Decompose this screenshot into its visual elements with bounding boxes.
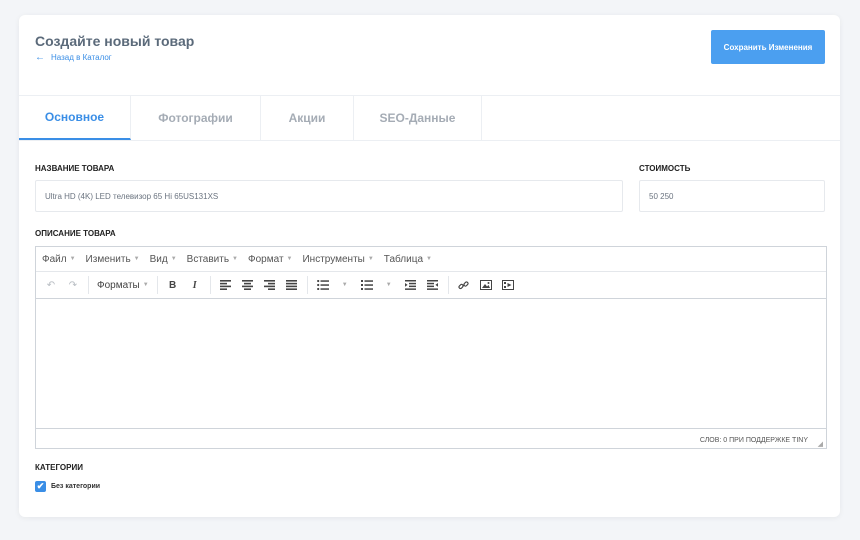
chevron-down-icon: ▼	[133, 256, 140, 262]
menu-view[interactable]: Вид ▼	[150, 254, 177, 265]
separator	[209, 276, 211, 294]
categories-label: КАТЕГОРИИ	[35, 463, 83, 472]
bold-icon[interactable]: B	[164, 276, 182, 294]
menu-tools[interactable]: Инструменты ▼	[302, 254, 373, 265]
align-center-icon[interactable]	[239, 276, 257, 294]
chevron-down-icon: ▼	[286, 256, 293, 262]
product-card: Создайте новый товар ← Назад в Каталог С…	[19, 15, 840, 517]
product-name-label: НАЗВАНИЕ ТОВАРА	[35, 164, 115, 173]
resize-handle-icon[interactable]: ◢	[818, 440, 823, 448]
align-left-icon[interactable]	[217, 276, 235, 294]
description-label: ОПИСАНИЕ ТОВАРА	[35, 229, 116, 238]
undo-icon[interactable]: ↶	[42, 276, 60, 294]
checkbox-checked-icon[interactable]: ✔	[35, 481, 46, 492]
tab-promotions[interactable]: Акции	[261, 96, 354, 140]
chevron-down-icon: ▼	[232, 256, 238, 262]
editor-toolbar: ↶ ↷ Форматы ▼ B I ▼ ▼	[36, 272, 826, 299]
back-to-catalog-link[interactable]: ← Назад в Каталог	[35, 51, 112, 63]
page-title: Создайте новый товар	[35, 33, 195, 49]
chevron-down-icon[interactable]: ▼	[336, 276, 354, 294]
menu-table[interactable]: Таблица ▼	[384, 254, 432, 265]
menu-format[interactable]: Формат ▼	[248, 254, 292, 265]
italic-icon[interactable]: I	[186, 276, 204, 294]
image-icon[interactable]	[477, 276, 495, 294]
chevron-down-icon: ▼	[69, 256, 76, 262]
separator	[88, 276, 89, 294]
editor-content-area[interactable]	[36, 299, 826, 429]
price-label: СТОИМОСТЬ	[639, 164, 691, 173]
save-changes-button[interactable]: Сохранить Изменения	[711, 30, 825, 64]
align-justify-icon[interactable]	[283, 276, 301, 294]
word-count-status: СЛОВ: 0 ПРИ ПОДДЕРЖКЕ TINY	[699, 436, 808, 444]
chevron-down-icon: ▼	[142, 282, 149, 288]
menu-file[interactable]: Файл ▼	[42, 254, 76, 265]
bullet-list-icon[interactable]	[314, 276, 332, 294]
editor-statusbar: СЛОВ: 0 ПРИ ПОДДЕРЖКЕ TINY ◢	[36, 429, 826, 451]
back-link-label: Назад в Каталог	[51, 53, 112, 62]
separator	[447, 276, 449, 294]
product-name-input[interactable]	[35, 180, 623, 212]
indent-icon[interactable]	[424, 276, 442, 294]
category-option-label: Без категории	[51, 483, 101, 490]
media-icon[interactable]	[499, 276, 517, 294]
tab-bar: Основное Фотографии Акции SEO-Данные	[19, 96, 482, 140]
chevron-down-icon: ▼	[426, 256, 432, 262]
redo-icon[interactable]: ↷	[64, 276, 82, 294]
align-right-icon[interactable]	[261, 276, 279, 294]
chevron-down-icon[interactable]: ▼	[380, 276, 398, 294]
price-input[interactable]	[639, 180, 825, 212]
chevron-down-icon: ▼	[170, 256, 177, 262]
chevron-down-icon: ▼	[367, 256, 374, 262]
menu-edit[interactable]: Изменить ▼	[86, 254, 140, 265]
category-no-category[interactable]: ✔ Без категории	[35, 481, 100, 492]
numbered-list-icon[interactable]	[358, 276, 376, 294]
menu-insert[interactable]: Вставить ▼	[187, 254, 238, 265]
formats-dropdown[interactable]: Форматы ▼	[95, 276, 151, 294]
editor-menubar: Файл ▼ Изменить ▼ Вид ▼ Вставить ▼ Формат ▼ И…	[36, 247, 826, 272]
tab-photos[interactable]: Фотографии	[131, 96, 261, 140]
outdent-icon[interactable]	[402, 276, 420, 294]
divider	[19, 140, 840, 141]
separator	[306, 276, 308, 294]
rich-text-editor: Файл ▼ Изменить ▼ Вид ▼ Вставить ▼ Формат ▼ И…	[35, 246, 827, 449]
tab-seo[interactable]: SEO-Данные	[354, 96, 482, 140]
separator	[156, 276, 158, 294]
link-icon[interactable]	[455, 276, 473, 294]
tab-main[interactable]: Основное	[19, 96, 131, 140]
arrow-left-icon: ←	[35, 51, 45, 63]
